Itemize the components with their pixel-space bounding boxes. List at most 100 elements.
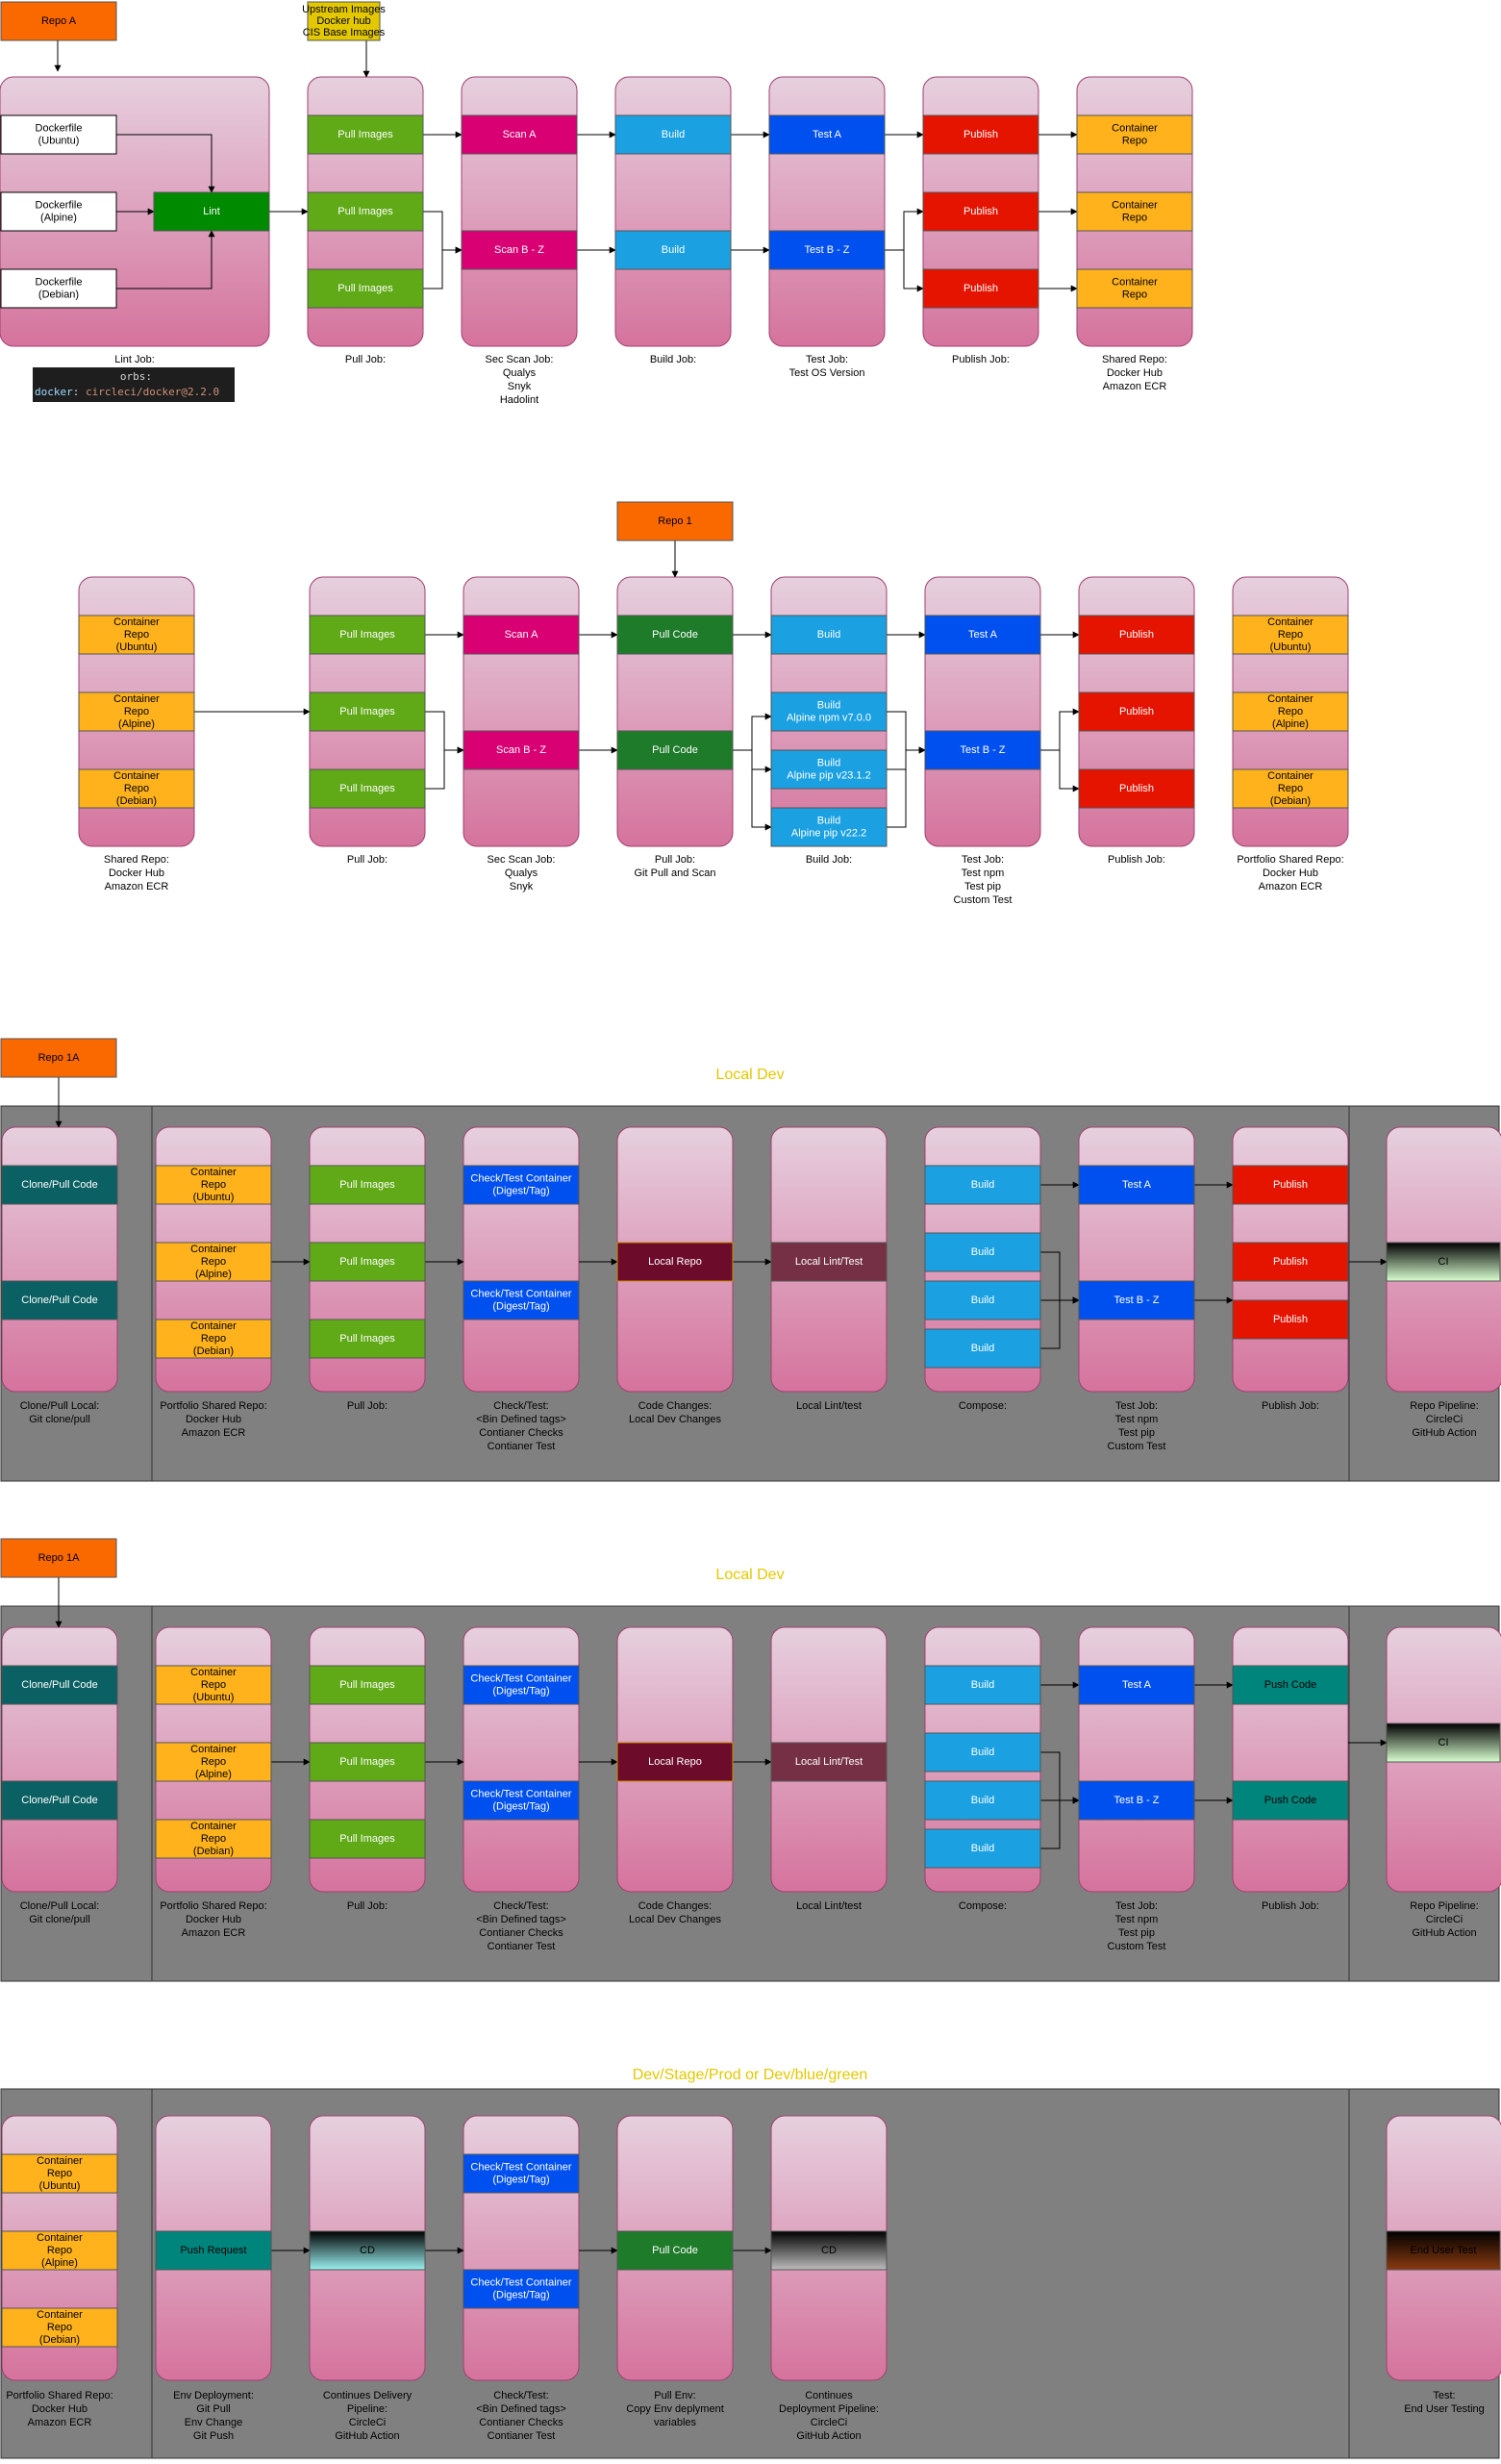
caption-line: Deployment Pipeline: [779,2403,879,2415]
label-line: Build [971,1179,994,1191]
label-line: Pull Images [339,1333,395,1345]
caption-line: <Bin Defined tags> [476,1914,566,1925]
caption-line: Amazon ECR [28,2417,92,2428]
label-line: Dockerfile [36,277,83,289]
caption-line: End User Testing [1404,2403,1485,2415]
pull-job-caption: Pull Job: [345,354,386,365]
label-line: (Ubuntu) [193,1692,235,1703]
label-line: Container [1267,770,1313,782]
caption-line: Clone/Pull Local: [20,1400,100,1412]
caption-line: Git Pull and Scan [635,867,716,879]
flow-arrow [423,211,463,254]
pull-images-box-label: Pull Images [339,1256,395,1268]
label-line: Scan A [505,629,539,641]
scan-job-caption: Sec Scan Job: Qualys Snyk [488,854,556,893]
lint-box-label: Lint [203,206,220,217]
flow-arrow [425,746,464,790]
label-line: Container [37,2155,83,2167]
caption-line: Test pip [964,881,1001,893]
caption-line: Contianer Test [488,1441,556,1452]
label-line: Build [971,1246,994,1258]
scan-a-box-label: Scan A [503,129,538,140]
caption-line: Pull Job: [347,1400,388,1412]
build-box-label: Build [971,1246,994,1258]
pipeline-diagram-canvas: Repo A Upstream Images Docker hub CIS Base … [0,1,1501,2459]
label-line: Push Code [1264,1795,1316,1806]
label-line: Build [971,1795,994,1806]
caption-line: Compose: [959,1900,1007,1912]
label-line: Pull Images [339,629,395,641]
scan-a-box-label: Scan A [505,629,539,641]
publish-job-caption: Publish Job: [952,354,1010,365]
caption-line: Snyk [510,881,534,893]
pull-code-box-label: Pull Code [652,629,698,641]
caption-line: Publish Job: [1262,1400,1319,1412]
repo-1a-box-label: Repo 1A [38,1552,80,1564]
label-line: Container [190,1244,237,1255]
caption-line: Test pip [1118,1427,1155,1439]
local-lint-caption: Local Lint/test [796,1900,862,1912]
label-line: (Debian) [116,795,157,807]
label-line: Repo [201,1756,226,1768]
label-line: (Alpine) [195,1269,232,1280]
orb-code-line: orbs: [120,370,152,383]
caption-line: CircleCi [1426,1414,1463,1425]
label-line: Push Code [1264,1679,1316,1691]
test-a-box-label: Test A [968,629,998,641]
clone-pull-code-box-label: Clone/Pull Code [21,1295,98,1306]
caption-line: Clone/Pull Local: [20,1900,100,1912]
caption-line: Test: [1433,2390,1455,2401]
flow-arrow [885,249,924,292]
label-line: CI [1438,1737,1449,1748]
flow-arrow [885,208,924,251]
label-line: Dockerfile [36,200,83,212]
label-line: Pull Images [339,1256,395,1268]
pull-code-box-label: Pull Code [652,2245,698,2256]
caption-line: Sec Scan Job: [486,354,554,365]
label-line: Build [971,1679,994,1691]
label-line: End User Test [1411,2245,1477,2256]
label-line: Pull Images [338,129,393,140]
label-line: Container [37,2309,83,2321]
label-line: CI [1438,1256,1449,1268]
label-line: Repo 1A [38,1052,80,1064]
orb-value: circleci/docker@2.2.0 [86,386,219,398]
local-lint-test-box-label: Local Lint/Test [795,1256,863,1268]
label-line: (Debian) [193,1846,234,1857]
label-line: (Alpine) [195,1769,232,1780]
label-line: (Digest/Tag) [492,1301,549,1313]
label-line: Alpine pip v23.1.2 [787,770,870,782]
caption-line: Repo Pipeline: [1410,1400,1479,1412]
label-line: Publish [1119,629,1154,641]
label-line: Local Repo [648,1756,702,1768]
label-line: (Ubuntu) [116,641,158,653]
label-line: Pull Code [652,629,698,641]
label-line: Repo 1A [38,1552,80,1564]
caption-line: Pull Job: [345,354,386,365]
caption-line: Pull Job: [347,854,388,866]
label-line: CD [360,2245,375,2256]
publish-job-caption: Publish Job: [1262,1400,1319,1412]
label-line: Check/Test Container [470,1173,571,1185]
test-bz-box-label: Test B - Z [1113,1295,1159,1306]
label-line: Check/Test Container [470,2277,571,2289]
publish-job-caption: Publish Job: [1262,1900,1319,1912]
flow-arrow [733,749,772,831]
caption-line: Contianer Test [488,2430,556,2442]
label-line: Publish [963,283,998,294]
pull-images-box-label: Pull Images [338,283,393,294]
orb-colon: : [73,386,86,398]
caption-line: Qualys [503,367,537,379]
caption-line: Repo Pipeline: [1410,1900,1479,1912]
caption-line: Amazon ECR [1103,381,1167,392]
label-line: Repo A [41,15,77,27]
label-line: Pull Images [338,206,393,217]
label-line: Publish [1273,1256,1308,1268]
publish-box-label: Publish [963,129,998,140]
build-job-caption: Build Job: [806,854,852,866]
caption-line: GitHub Action [335,2430,399,2442]
dockerfile-debian-label: Dockerfile (Debian) [36,277,83,301]
caption-line: Docker Hub [1263,867,1318,879]
label-line: Repo 1 [658,515,691,527]
pull-code-job-caption: Pull Job: Git Pull and Scan [635,854,716,879]
